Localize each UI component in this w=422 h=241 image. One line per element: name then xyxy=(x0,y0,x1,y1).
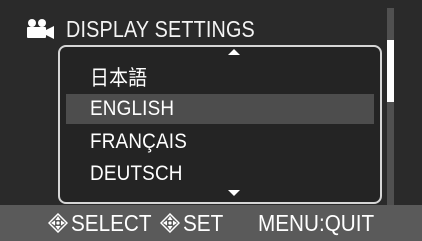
triangle-up-icon xyxy=(228,49,240,55)
list-item-label: DEUTSCH xyxy=(90,162,183,185)
dpad-icon xyxy=(160,213,180,233)
triangle-down-icon xyxy=(228,190,240,196)
menu-quit-label: MENU:QUIT xyxy=(258,209,375,236)
dpad-icon xyxy=(48,213,68,233)
set-label: SET xyxy=(183,209,224,236)
scrollbar-thumb[interactable] xyxy=(387,40,394,102)
list-item-german[interactable]: DEUTSCH xyxy=(66,159,374,189)
movie-camera-icon xyxy=(27,19,54,39)
list-item-japanese[interactable]: 日本語 xyxy=(66,62,374,92)
list-item-label: FRANÇAIS xyxy=(90,130,188,153)
list-item-label: 日本語 xyxy=(90,67,148,90)
set-hint: SET xyxy=(160,205,228,241)
select-label: SELECT xyxy=(71,209,152,236)
camera-menu-screen: DISPLAY SETTINGS 日本語 ENGLISH FRANÇAIS DE… xyxy=(0,0,422,241)
menu-header: DISPLAY SETTINGS xyxy=(24,14,286,44)
list-item-label: ENGLISH xyxy=(90,97,175,120)
quit-hint: MENU:QUIT xyxy=(258,205,387,241)
button-hint-bar: SELECT SET MENU:QUIT xyxy=(0,205,422,241)
menu-title: DISPLAY SETTINGS xyxy=(66,15,255,42)
menu-scrollbar[interactable] xyxy=(387,8,394,205)
language-list: 日本語 ENGLISH FRANÇAIS DEUTSCH xyxy=(58,45,382,204)
select-hint: SELECT xyxy=(48,205,160,241)
list-item-french[interactable]: FRANÇAIS xyxy=(66,127,374,157)
list-item-english[interactable]: ENGLISH xyxy=(66,94,374,124)
